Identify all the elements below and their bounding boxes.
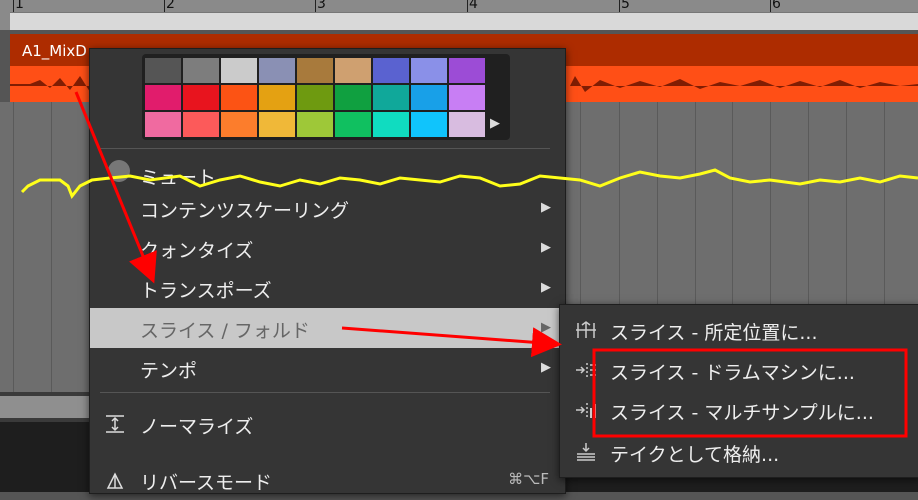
submenu-item-slice-in-place[interactable]: スライス - 所定位置に... (560, 310, 916, 350)
color-swatch[interactable] (335, 58, 371, 83)
bar-number: 5 (621, 0, 630, 12)
bar-number: 4 (469, 0, 478, 12)
ruler-strip[interactable] (10, 12, 918, 30)
slice-in-place-icon (576, 321, 596, 338)
color-swatch[interactable] (145, 85, 181, 110)
color-swatch[interactable] (183, 58, 219, 83)
bar-number: 6 (772, 0, 781, 12)
menu-item-label: スライス / フォルド (140, 320, 310, 342)
slice-to-multisample-icon (576, 403, 596, 418)
color-swatch[interactable] (373, 58, 409, 83)
color-swatch[interactable] (297, 85, 333, 110)
color-swatch[interactable] (145, 58, 181, 83)
color-swatch[interactable] (297, 112, 333, 137)
color-swatch[interactable] (449, 58, 485, 83)
menu-item-reverse-mode[interactable]: リバースモード ⌘⌥F (90, 460, 563, 500)
menu-item-quantize[interactable]: クォンタイズ ▶ (90, 228, 563, 268)
color-swatch[interactable] (335, 85, 371, 110)
menu-item-label: リバースモード (140, 472, 273, 494)
submenu-item-label: スライス - ドラムマシンに... (610, 362, 855, 384)
color-swatch[interactable] (335, 112, 371, 137)
submenu-arrow-icon: ▶ (541, 200, 551, 215)
color-swatch[interactable] (373, 85, 409, 110)
color-swatch[interactable] (411, 85, 447, 110)
bar-tick (619, 0, 620, 12)
normalize-icon (106, 415, 124, 433)
timeline-ruler[interactable]: 1 2 3 4 5 6 (0, 0, 918, 30)
clip-name: A1_MixD (22, 42, 87, 60)
color-swatch[interactable] (183, 112, 219, 137)
color-swatch[interactable] (183, 85, 219, 110)
menu-item-slice-fold[interactable]: スライス / フォルド ▶ (90, 308, 563, 348)
bar-number: 1 (15, 0, 24, 12)
bar-tick (315, 0, 316, 12)
bar-tick (164, 0, 165, 12)
bar-tick (770, 0, 771, 12)
horizontal-scrollbar[interactable] (0, 396, 100, 418)
menu-separator (100, 148, 550, 149)
color-swatch[interactable] (449, 112, 485, 137)
submenu-arrow-icon: ▶ (541, 280, 551, 295)
slice-to-drum-machine-icon (576, 363, 596, 378)
color-swatch[interactable] (411, 112, 447, 137)
submenu-item-label: スライス - 所定位置に... (610, 322, 818, 344)
submenu-item-label: スライス - マルチサンプルに... (610, 402, 874, 424)
menu-item-label: クォンタイズ (140, 240, 254, 262)
submenu-arrow-icon: ▶ (541, 240, 551, 255)
grid-line (13, 102, 14, 392)
submenu-item-slice-to-drum-machine[interactable]: スライス - ドラムマシンに... (560, 350, 916, 390)
bar-number: 3 (317, 0, 326, 12)
color-swatch[interactable] (259, 85, 295, 110)
menu-item-transpose[interactable]: トランスポーズ ▶ (90, 268, 563, 308)
submenu-item-slice-to-multisample[interactable]: スライス - マルチサンプルに... (560, 390, 916, 430)
color-swatch[interactable] (449, 85, 485, 110)
submenu-arrow-icon: ▶ (541, 320, 551, 335)
color-swatch[interactable] (373, 112, 409, 137)
color-swatch[interactable] (411, 58, 447, 83)
color-swatch[interactable] (259, 58, 295, 83)
store-as-take-icon (577, 443, 595, 461)
shortcut-label: ⌘⌥F (508, 470, 549, 488)
menu-separator (100, 392, 550, 393)
bar-number: 2 (166, 0, 175, 12)
menu-item-tempo[interactable]: テンポ ▶ (90, 348, 563, 388)
menu-item-content-scaling[interactable]: コンテンツスケーリング ▶ (90, 188, 563, 228)
menu-item-label: コンテンツスケーリング (140, 200, 350, 222)
menu-item-label: ノーマライズ (140, 416, 254, 438)
bar-tick (13, 0, 14, 12)
submenu-item-label: テイクとして格納... (610, 444, 780, 466)
color-swatch[interactable] (297, 58, 333, 83)
color-swatch[interactable] (145, 112, 181, 137)
menu-item-label: テンポ (140, 360, 198, 382)
color-swatch[interactable] (221, 112, 257, 137)
palette-more-arrow-icon[interactable]: ▶ (490, 116, 500, 131)
submenu-arrow-icon: ▶ (541, 360, 551, 375)
menu-item-label: ミュート (140, 167, 217, 189)
color-swatch[interactable] (221, 58, 257, 83)
submenu-item-store-as-take[interactable]: テイクとして格納... (560, 432, 916, 472)
color-swatch[interactable] (221, 85, 257, 110)
bar-tick (467, 0, 468, 12)
grid-line (51, 102, 52, 392)
menu-item-label: トランスポーズ (140, 280, 272, 302)
color-swatch[interactable] (259, 112, 295, 137)
reverse-icon (106, 472, 124, 489)
menu-item-normalize[interactable]: ノーマライズ (90, 404, 563, 444)
